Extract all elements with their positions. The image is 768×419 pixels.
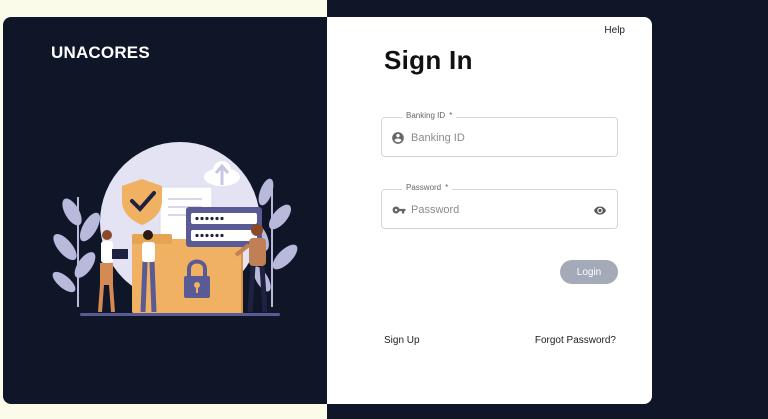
banking-id-label: Banking ID * xyxy=(402,111,457,120)
key-icon xyxy=(392,206,406,214)
password-field[interactable]: Password * xyxy=(381,183,618,229)
banking-id-input[interactable] xyxy=(411,128,581,148)
account-circle-icon xyxy=(392,132,404,144)
security-illustration xyxy=(52,142,298,316)
password-label: Password * xyxy=(402,183,453,192)
laptop-icon xyxy=(112,249,128,259)
sign-up-link[interactable]: Sign Up xyxy=(384,335,420,346)
banking-id-field[interactable]: Banking ID * xyxy=(381,111,618,157)
password-input[interactable] xyxy=(411,200,581,220)
login-button[interactable]: Login xyxy=(560,260,618,284)
eye-icon[interactable] xyxy=(592,204,608,217)
page-title: Sign In xyxy=(384,45,473,75)
branding-panel: UNACORES xyxy=(3,17,327,404)
forgot-password-link[interactable]: Forgot Password? xyxy=(535,335,616,346)
sign-in-card: Help Sign In Banking ID* Password* Login… xyxy=(327,17,652,404)
logo: UNACORES xyxy=(51,43,150,62)
help-link[interactable]: Help xyxy=(604,25,625,36)
